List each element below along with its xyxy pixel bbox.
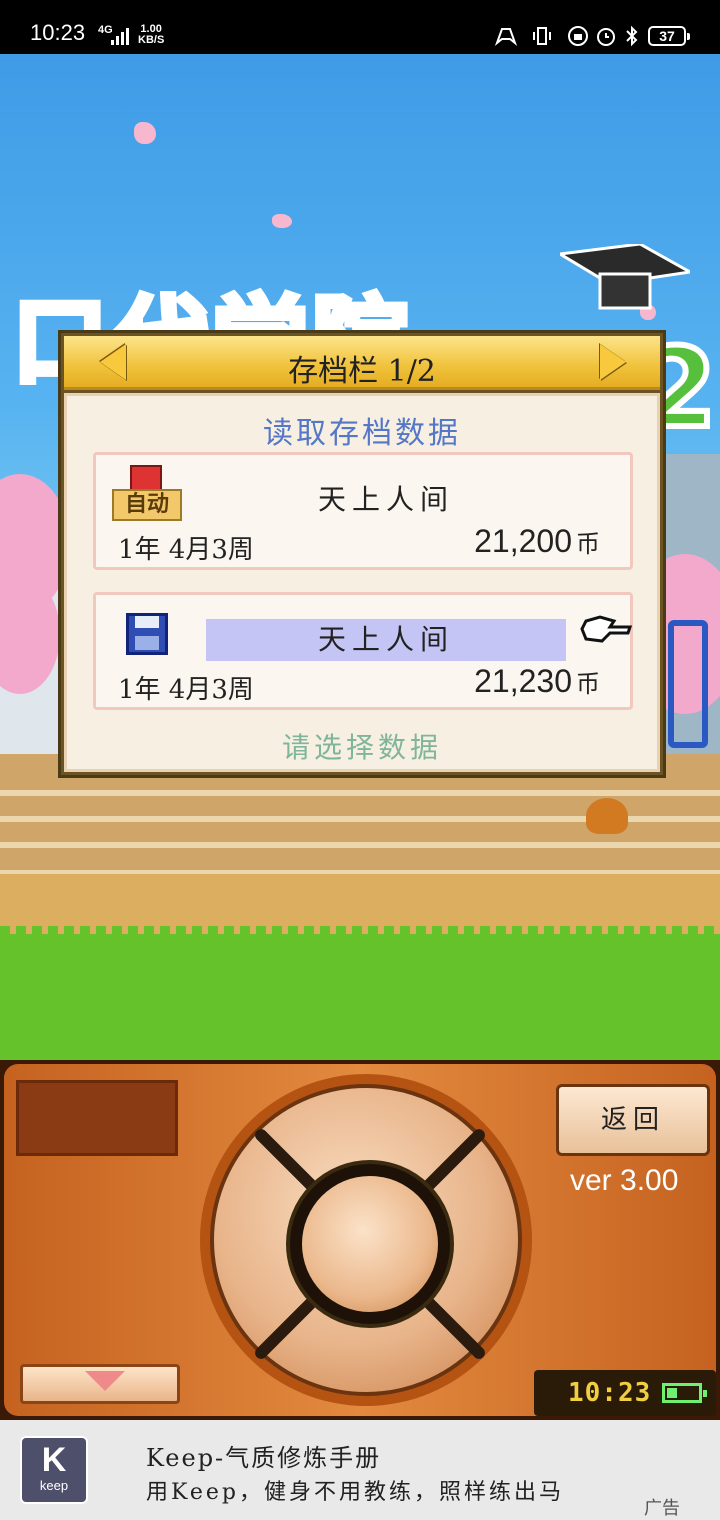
info-screen (16, 1080, 178, 1156)
slot-money: 21,200 币 (474, 523, 600, 560)
dpad[interactable] (210, 1084, 522, 1396)
version-label: ver 3.00 (570, 1164, 679, 1197)
ad-badge: 广告 (644, 1498, 680, 1519)
panel-face: 返回 ver 3.00 10:23 (4, 1064, 716, 1416)
slot-name: 天上人间 (206, 619, 566, 661)
bluetooth-icon (626, 25, 638, 47)
petal (272, 214, 292, 228)
save-dialog: 存档栏 1/2 读取存档数据 自动 天上人间 1年 4月3周 21,200 币 天… (58, 330, 666, 778)
save-slot-auto[interactable]: 自动 天上人间 1年 4月3周 21,200 币 (93, 452, 633, 570)
dialog-title: 存档栏 1/2 (288, 354, 436, 389)
dpad-center-button[interactable] (286, 1160, 454, 1328)
dpad-center-face (302, 1176, 438, 1312)
slot-money: 21,230 币 (474, 663, 600, 700)
slot-money-value: 21,230 (474, 663, 572, 699)
game-mode-icon (494, 28, 518, 46)
load-heading: 读取存档数据 (263, 416, 461, 451)
ad-title: Keep-气质修炼手册 (146, 1444, 382, 1472)
currency-unit: 币 (576, 530, 600, 558)
dpad-ring (200, 1074, 532, 1406)
game-clock-time: 10:23 (568, 1378, 652, 1408)
track-lane (0, 842, 720, 848)
goal-post (668, 620, 708, 748)
graduation-cap-icon (560, 244, 690, 310)
alarm-icon (597, 28, 615, 46)
game-clock: 10:23 (534, 1370, 716, 1416)
ad-description: 用Keep，健身不用教练，照样练出马 (146, 1480, 564, 1505)
status-bar: 10:23 4G 1.00 KB/S 37 (0, 0, 720, 54)
keep-logo-text: keep (39, 1478, 69, 1493)
floppy-disk-icon (130, 465, 162, 491)
keep-logo: K keep (20, 1436, 88, 1504)
battery-icon: 37 (648, 26, 690, 46)
vibrate-icon (533, 27, 551, 45)
grass-field (0, 926, 720, 1060)
battery-level: 37 (659, 28, 675, 44)
next-page-button[interactable] (600, 344, 626, 380)
scroll-down-button[interactable] (20, 1364, 180, 1404)
network-speed-unit: KB/S (138, 34, 165, 46)
currency-unit: 币 (576, 670, 600, 698)
slot-name: 天上人间 (317, 483, 454, 516)
control-panel: 返回 ver 3.00 10:23 (0, 1060, 720, 1420)
game-battery-icon (662, 1383, 707, 1403)
back-button[interactable]: 返回 (556, 1084, 710, 1156)
auto-save-icon: 自动 (112, 465, 182, 521)
slot-money-value: 21,200 (474, 523, 572, 559)
status-time: 10:23 (30, 20, 86, 45)
hand-pointer-icon (580, 615, 632, 643)
ad-banner[interactable]: K keep Keep-气质修炼手册 用Keep，健身不用教练，照样练出马 广告 (0, 1420, 720, 1520)
auto-save-badge: 自动 (112, 489, 182, 521)
dialog-body: 读取存档数据 自动 天上人间 1年 4月3周 21,200 币 天上人间 1年 4… (64, 393, 660, 772)
lock-rotation-icon (568, 26, 588, 46)
select-prompt: 请选择数据 (281, 731, 442, 764)
save-slot-1[interactable]: 天上人间 1年 4月3周 21,230 币 (93, 592, 633, 710)
slot-date: 1年 4月3周 (118, 675, 254, 705)
petal (134, 122, 156, 144)
keep-logo-letter: K (41, 1441, 67, 1479)
runner-sprite (586, 798, 628, 834)
slot-date: 1年 4月3周 (118, 535, 254, 565)
dialog-header: 存档栏 1/2 (64, 336, 660, 390)
signal-icon (111, 28, 129, 45)
network-speed: 1.00 KB/S (138, 24, 164, 46)
floppy-disk-icon (126, 613, 168, 655)
track-lane (0, 790, 720, 796)
